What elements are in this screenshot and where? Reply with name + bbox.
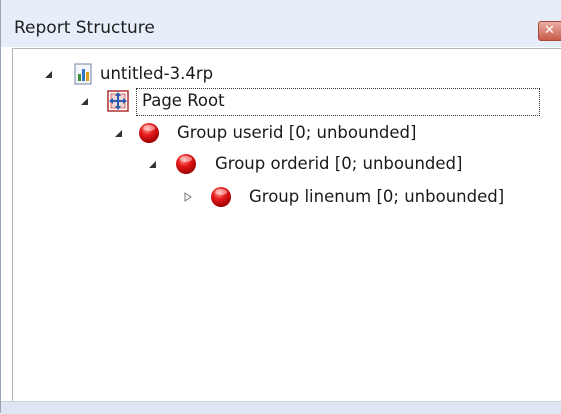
page-root-icon — [107, 90, 129, 112]
panel-left-border — [0, 0, 1, 413]
tree-item-report-file[interactable]: untitled-3.4rp — [44, 62, 284, 88]
panel-bottom-edge — [1, 401, 561, 414]
group-red-ball-icon — [176, 154, 196, 174]
expanded-arrow-icon[interactable] — [80, 96, 90, 106]
tree-item-label: Group userid [0; unbounded] — [177, 123, 417, 142]
tree-item-group-linenum[interactable]: Group linenum [0; unbounded] — [183, 185, 553, 211]
group-red-ball-icon — [211, 187, 231, 207]
group-red-ball-icon — [139, 123, 159, 143]
tree-item-group-userid[interactable]: Group userid [0; unbounded] — [114, 121, 454, 147]
panel-title: Report Structure — [14, 18, 155, 38]
collapsed-arrow-icon[interactable] — [183, 192, 193, 202]
selection-focus-rect — [136, 88, 540, 116]
expanded-arrow-icon[interactable] — [114, 128, 124, 138]
expanded-arrow-icon[interactable] — [44, 69, 54, 79]
report-structure-panel: Report Structure ✕ untitled-3.4rp Page R… — [0, 0, 561, 414]
close-icon: ✕ — [544, 23, 555, 38]
close-button[interactable]: ✕ — [538, 21, 561, 41]
report-file-icon — [74, 63, 92, 85]
panel-titlebar[interactable]: Report Structure ✕ — [1, 0, 561, 47]
tree-item-label: Group orderid [0; unbounded] — [215, 154, 463, 173]
tree-item-label: Group linenum [0; unbounded] — [249, 187, 505, 206]
tree-item-group-orderid[interactable]: Group orderid [0; unbounded] — [148, 152, 508, 178]
expanded-arrow-icon[interactable] — [148, 159, 158, 169]
tree-item-label: untitled-3.4rp — [100, 64, 214, 83]
